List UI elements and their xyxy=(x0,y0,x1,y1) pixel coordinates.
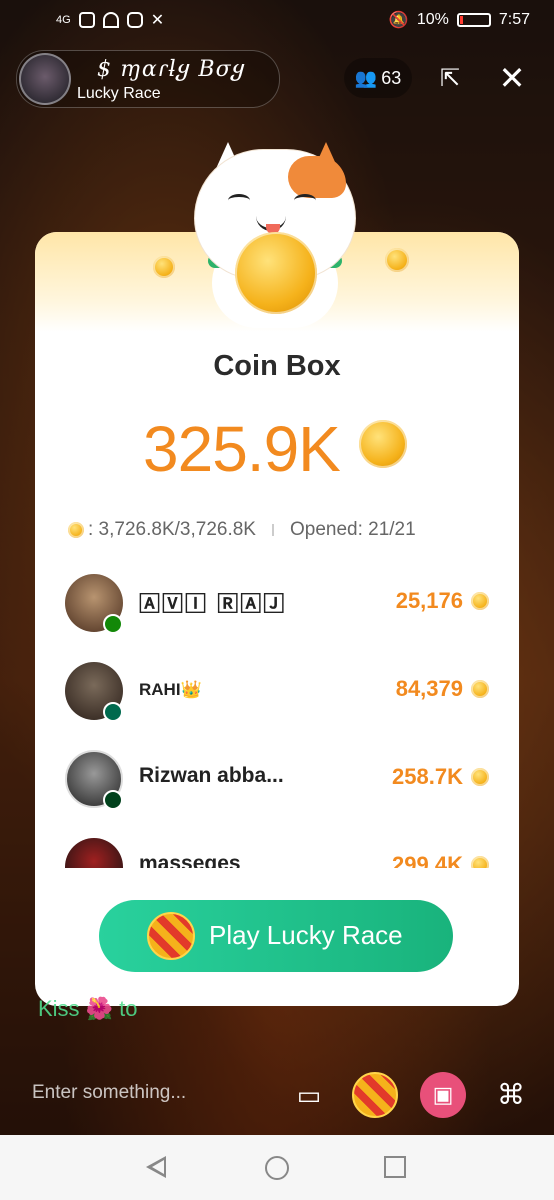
viewer-count-button[interactable]: 👥 63 xyxy=(344,58,412,98)
system-nav-bar xyxy=(0,1135,554,1200)
user-name: RAHI👑 xyxy=(139,680,202,699)
chat-message: Kiss 🌺 to xyxy=(38,996,138,1021)
coin-icon xyxy=(235,232,317,314)
network-indicator: 4G xyxy=(56,14,71,26)
host-info[interactable]: $ ɱαɾƚყ Bσყ Lucky Race xyxy=(16,50,280,108)
list-item[interactable]: Rizwan abba... 258.7K xyxy=(35,738,519,826)
recents-icon[interactable] xyxy=(384,1156,406,1178)
list-item[interactable]: 🄰🅅🄸 🅁🄰🄹 25,176 xyxy=(35,562,519,650)
dialog-title: Coin Box xyxy=(213,350,341,382)
back-icon-inner xyxy=(152,1160,164,1174)
opened-count: Opened: 21/21 xyxy=(289,519,416,540)
grid-icon[interactable]: ⌘ xyxy=(488,1072,534,1118)
coin-box-stats: : 3,726.8K/3,726.8K Opened: 21/21 xyxy=(68,518,508,542)
battery-icon xyxy=(456,13,491,27)
coin-icon xyxy=(359,420,407,468)
user-coin-value: 299.4K xyxy=(392,852,463,868)
wifi-icon xyxy=(102,12,119,28)
lucky-race-icon[interactable] xyxy=(352,1072,398,1118)
lucky-cat-mascot xyxy=(190,142,360,328)
instagram-icon xyxy=(126,12,143,28)
user-coin-value: 258.7K xyxy=(392,764,463,789)
signal-icon xyxy=(78,12,95,28)
mute-icon: 🔕 xyxy=(388,12,409,29)
list-item[interactable]: masseges 299.4K xyxy=(35,826,519,868)
bottom-toolbar: Enter something... ▭ ▣ ⌘ xyxy=(0,1060,554,1126)
status-bar: 4G ✕ 🔕 10% 7:57 xyxy=(0,0,554,42)
close-icon[interactable]: ✕ xyxy=(496,58,528,98)
people-icon: 👥 xyxy=(354,67,378,88)
chat-icon[interactable]: ▭ xyxy=(286,1072,332,1118)
coin-icon xyxy=(471,768,489,786)
play-button-label: Play Lucky Race xyxy=(209,920,403,950)
battery-percent: 10% xyxy=(416,11,449,28)
country-flag-icon xyxy=(103,614,123,634)
share-icon[interactable]: ⇱ xyxy=(436,64,464,92)
divider xyxy=(271,524,274,536)
avatar xyxy=(65,838,123,868)
user-coin-value: 84,379 xyxy=(395,676,463,701)
user-name: Rizwan abba... xyxy=(139,764,284,787)
user-name: masseges xyxy=(139,852,241,868)
coin-icon xyxy=(471,856,489,868)
country-flag-icon xyxy=(103,790,123,810)
host-avatar[interactable] xyxy=(19,53,71,105)
chat-input[interactable]: Enter something... xyxy=(32,1082,186,1104)
country-flag-icon xyxy=(103,702,123,722)
clock: 7:57 xyxy=(498,11,530,28)
coin-box-dialog: Coin Box 325.9K : 3,726.8K/3,726.8K Open… xyxy=(35,232,519,1006)
coin-icon xyxy=(471,592,489,610)
host-name: $ ɱαɾƚყ Bσყ xyxy=(97,57,246,82)
winner-list[interactable]: 🄰🅅🄸 🅁🄰🄹 25,176 RAHI👑 84,379 Rizwan abba.… xyxy=(35,562,519,868)
user-name: 🄰🅅🄸 🅁🄰🄹 xyxy=(139,592,287,616)
room-name: Lucky Race xyxy=(77,85,161,102)
coin-icon xyxy=(68,522,84,538)
play-lucky-race-button[interactable]: Play Lucky Race xyxy=(99,900,453,972)
coin-box-amount: 325.9K xyxy=(143,413,341,485)
lucky-race-icon xyxy=(147,912,195,960)
coin-icon xyxy=(153,256,175,278)
viewer-count: 63 xyxy=(381,67,402,88)
cat-eye xyxy=(294,194,316,207)
gift-icon[interactable]: ▣ xyxy=(420,1072,466,1118)
cat-eye xyxy=(228,194,250,207)
user-coin-value: 25,176 xyxy=(395,588,463,613)
coin-icon xyxy=(471,680,489,698)
coin-progress: : 3,726.8K/3,726.8K xyxy=(88,519,256,540)
list-item[interactable]: RAHI👑 84,379 xyxy=(35,650,519,738)
x-icon: ✕ xyxy=(150,12,165,29)
home-icon[interactable] xyxy=(265,1156,289,1180)
coin-icon xyxy=(385,248,409,272)
